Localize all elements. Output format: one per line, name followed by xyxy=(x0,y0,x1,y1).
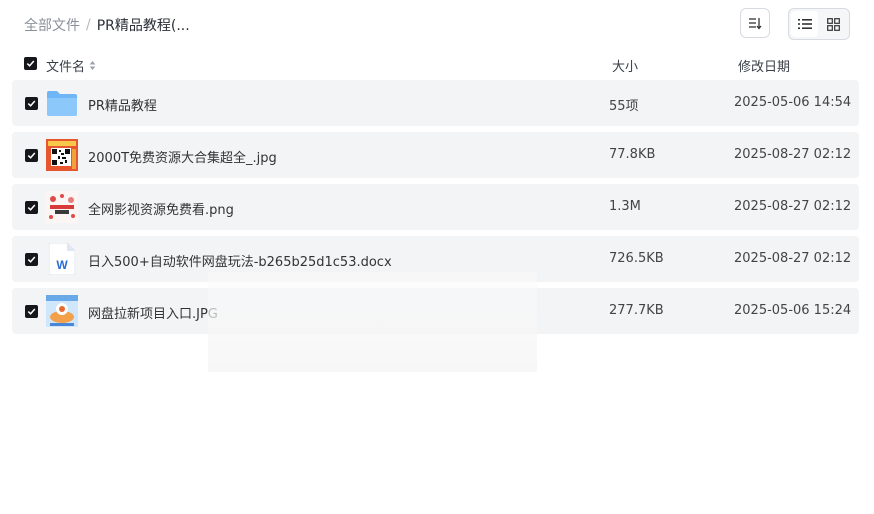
image-thumbnail-icon xyxy=(46,295,78,327)
file-date: 2025-08-27 02:12 xyxy=(734,199,852,214)
file-name[interactable]: PR精品教程 xyxy=(88,95,157,114)
list-view-button[interactable] xyxy=(791,11,818,37)
check-icon xyxy=(27,204,36,211)
grid-view-button[interactable] xyxy=(820,11,847,37)
file-row[interactable]: W 日入500+自动软件网盘玩法-b265b25d1c53.docx 726.5… xyxy=(12,236,859,282)
top-bar: 全部文件 / PR精品教程(... xyxy=(0,0,874,48)
breadcrumb-root-link[interactable]: 全部文件 xyxy=(24,15,80,35)
row-checkbox[interactable] xyxy=(25,253,38,266)
file-name[interactable]: 日入500+自动软件网盘玩法-b265b25d1c53.docx xyxy=(88,251,392,270)
view-toggle xyxy=(788,8,850,40)
name-column-header[interactable]: 文件名 xyxy=(46,56,96,75)
list-view-icon xyxy=(797,19,812,29)
check-icon xyxy=(26,60,35,67)
row-checkbox[interactable] xyxy=(25,149,38,162)
file-date: 2025-05-06 14:54 xyxy=(734,95,852,110)
file-size: 55项 xyxy=(609,99,639,114)
check-icon xyxy=(27,152,36,159)
breadcrumb-separator: / xyxy=(86,17,91,33)
image-thumbnail-icon xyxy=(46,191,78,223)
word-doc-icon: W xyxy=(46,243,78,275)
name-column-label: 文件名 xyxy=(46,60,86,75)
sort-button[interactable] xyxy=(740,8,770,38)
check-icon xyxy=(27,100,36,107)
file-size: 77.8KB xyxy=(609,147,656,162)
folder-icon xyxy=(46,87,78,119)
file-row[interactable]: 网盘拉新项目入口.JPG 277.7KB 2025-05-06 15:24 xyxy=(12,288,859,334)
breadcrumb: 全部文件 / PR精品教程(... xyxy=(24,15,190,35)
check-icon xyxy=(27,256,36,263)
grid-view-icon xyxy=(827,17,840,31)
file-row[interactable]: 全网影视资源免费看.png 1.3M 2025-08-27 02:12 xyxy=(12,184,859,230)
size-column-header[interactable]: 大小 xyxy=(612,56,638,75)
check-icon xyxy=(27,308,36,315)
breadcrumb-current: PR精品教程(... xyxy=(96,18,190,34)
file-date: 2025-05-06 15:24 xyxy=(734,303,852,318)
file-size: 277.7KB xyxy=(609,303,664,318)
file-row[interactable]: 2000T免费资源大合集超全_.jpg 77.8KB 2025-08-27 02… xyxy=(12,132,859,178)
sort-updown-icon xyxy=(89,61,96,70)
row-checkbox[interactable] xyxy=(25,97,38,110)
row-checkbox[interactable] xyxy=(25,201,38,214)
file-size: 1.3M xyxy=(609,199,641,214)
file-name[interactable]: 全网影视资源免费看.png xyxy=(88,199,234,218)
file-size: 726.5KB xyxy=(609,251,664,266)
image-thumbnail-icon xyxy=(46,139,78,171)
sort-icon xyxy=(749,18,762,30)
file-name[interactable]: 网盘拉新项目入口.JPG xyxy=(88,303,218,322)
file-list-header: 文件名 大小 修改日期 xyxy=(12,50,859,78)
file-date: 2025-08-27 02:12 xyxy=(734,147,852,162)
select-all-checkbox[interactable] xyxy=(24,57,37,70)
svg-text:W: W xyxy=(56,258,68,272)
file-date: 2025-08-27 02:12 xyxy=(734,251,852,266)
file-name[interactable]: 2000T免费资源大合集超全_.jpg xyxy=(88,147,277,166)
file-row[interactable]: PR精品教程 55项 2025-05-06 14:54 xyxy=(12,80,859,126)
date-column-header[interactable]: 修改日期 xyxy=(738,56,790,75)
row-checkbox[interactable] xyxy=(25,305,38,318)
